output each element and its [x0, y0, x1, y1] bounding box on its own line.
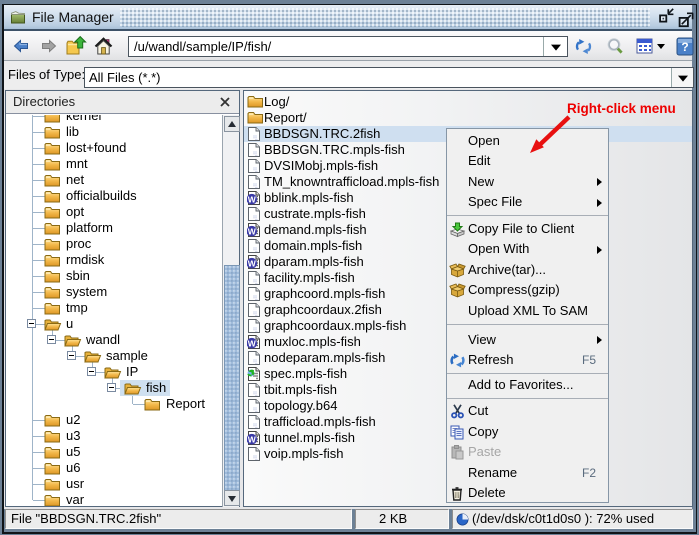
- svg-text:?: ?: [681, 40, 688, 54]
